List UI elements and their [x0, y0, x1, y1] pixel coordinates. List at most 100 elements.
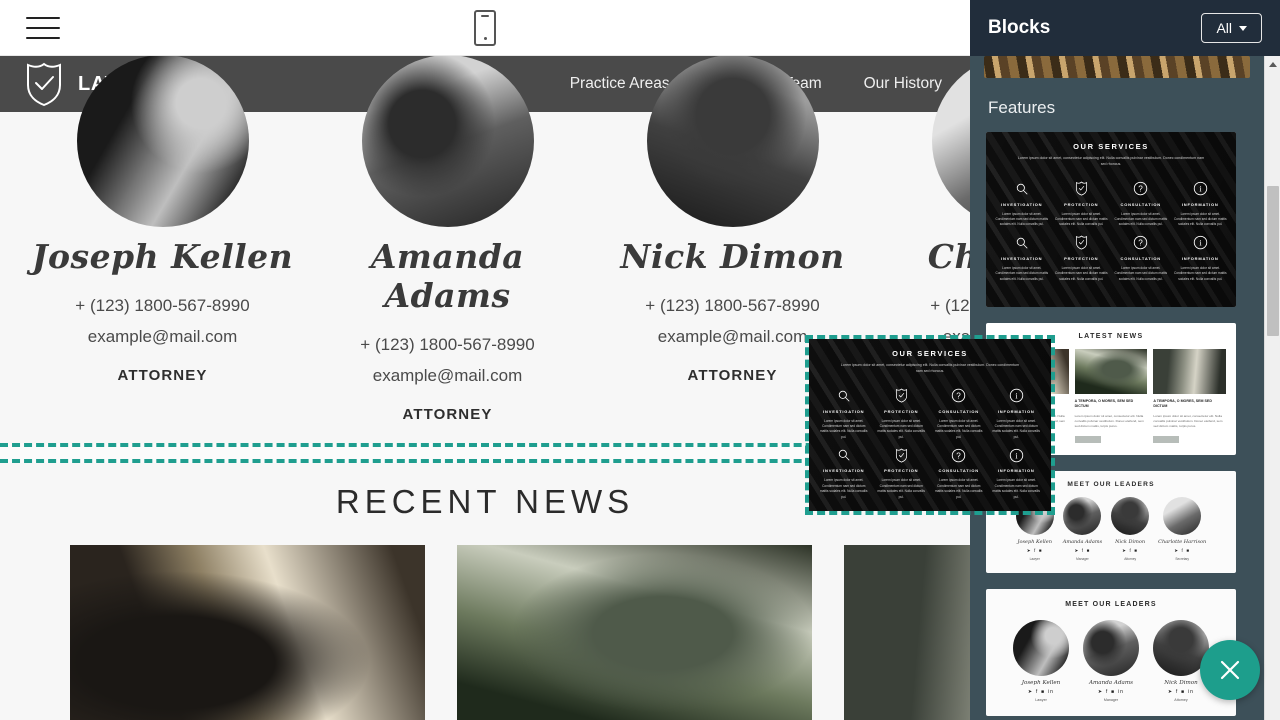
- social-icons[interactable]: ➤ f ■: [1158, 548, 1206, 554]
- magnifier-icon: [995, 232, 1049, 254]
- service-item: i INFORMATION Lorem ipsum dolor sit amet…: [988, 442, 1046, 502]
- team-member-email: example@mail.com: [372, 366, 523, 385]
- news-title: A TEMPORA, O MORES, SEM SED DICTUM: [1153, 399, 1212, 409]
- social-icons[interactable]: ➤ f ■: [1063, 548, 1102, 554]
- phone-home-button: [483, 36, 487, 40]
- phone-speaker: [481, 14, 489, 17]
- svg-text:?: ?: [1138, 185, 1143, 194]
- nav-link-practice-areas[interactable]: Practice Areas: [570, 75, 670, 93]
- svg-text:i: i: [1015, 451, 1018, 460]
- team-member-phone: + (123) 1800-567-8990: [360, 335, 535, 354]
- blocks-panel-scrollbar[interactable]: [1264, 56, 1280, 720]
- social-icons[interactable]: ➤ f ■ in: [1153, 689, 1209, 695]
- service-text: Lorem ipsum dolor sit amet. Condimentum …: [1173, 211, 1227, 227]
- service-item: INVESTIGATION Lorem ipsum dolor sit amet…: [992, 176, 1052, 230]
- avatar: [361, 56, 534, 227]
- shield-check-icon: [1055, 232, 1109, 254]
- leader-name: Nick Dimon: [1115, 538, 1146, 545]
- chevron-down-icon: [1239, 25, 1247, 31]
- block-subtitle: Lorem ipsum dolor sit amet, consectetur …: [1017, 156, 1205, 166]
- news-image: [1074, 349, 1148, 394]
- service-title: PROTECTION: [1064, 255, 1099, 261]
- shield-check-icon: [876, 444, 928, 466]
- service-title: INFORMATION: [1181, 201, 1219, 207]
- svg-text:?: ?: [1138, 239, 1143, 248]
- block-thumbnail-partial[interactable]: [984, 56, 1250, 78]
- service-item: i INFORMATION Lorem ipsum dolor sit amet…: [1171, 230, 1231, 284]
- service-text: Lorem ipsum dolor sit amet. Condimentum …: [992, 418, 1040, 439]
- block-thumbnail-our-services[interactable]: OUR SERVICES Lorem ipsum dolor sit amet,…: [986, 132, 1236, 307]
- close-icon: [1220, 660, 1240, 680]
- service-item: PROTECTION Lorem ipsum dolor sit amet. C…: [1052, 176, 1112, 230]
- dragged-block-ghost[interactable]: OUR SERVICES Lorem ipsum dolor sit amet,…: [805, 335, 1055, 515]
- close-panel-fab[interactable]: [1200, 640, 1260, 700]
- blocks-section-label: Features: [988, 98, 1056, 117]
- leader-role: Secretary: [1175, 556, 1190, 561]
- service-text: Lorem ipsum dolor sit amet. Condimentum …: [820, 418, 868, 439]
- block-title: OUR SERVICES: [1073, 142, 1149, 151]
- service-text: Lorem ipsum dolor sit amet. Condimentum …: [1114, 211, 1168, 227]
- service-title: CONSULTATION: [938, 408, 979, 414]
- block-thumbnail-meet-our-leaders-3[interactable]: MEET OUR LEADERS Joseph Kellen ➤ f ■ in …: [986, 588, 1236, 716]
- mobile-preview-icon[interactable]: [474, 9, 496, 46]
- team-member-email: example@mail.com: [87, 327, 238, 346]
- leader-role: Lawyer: [1029, 556, 1040, 561]
- service-title: INFORMATION: [997, 468, 1035, 474]
- service-item: ? CONSULTATION Lorem ipsum dolor sit ame…: [1111, 230, 1171, 284]
- service-text: Lorem ipsum dolor sit amet. Condimentum …: [995, 211, 1049, 227]
- avatar: [1013, 619, 1069, 676]
- leader-name: Amanda Adams: [1062, 538, 1103, 545]
- service-title: PROTECTION: [884, 468, 919, 474]
- service-item: INVESTIGATION Lorem ipsum dolor sit amet…: [815, 442, 873, 502]
- scroll-up-button[interactable]: [1265, 56, 1280, 73]
- leader-item: Amanda Adams ➤ f ■ Manager: [1062, 496, 1103, 561]
- service-item: PROTECTION Lorem ipsum dolor sit amet. C…: [873, 383, 931, 443]
- shield-check-icon: [876, 385, 928, 407]
- social-icons[interactable]: ➤ f ■: [1016, 548, 1054, 554]
- team-member-name: Charlotte: [927, 237, 970, 276]
- leader-role: Manager: [1076, 556, 1089, 561]
- service-item: i INFORMATION Lorem ipsum dolor sit amet…: [988, 383, 1046, 443]
- dragged-block-subtitle: Lorem ipsum dolor sit amet, consectetur …: [840, 363, 1020, 373]
- dragged-block-preview: OUR SERVICES Lorem ipsum dolor sit amet,…: [809, 339, 1051, 511]
- leader-role: Attorney: [1124, 556, 1137, 561]
- our-services-preview: OUR SERVICES Lorem ipsum dolor sit amet,…: [986, 132, 1236, 307]
- team-member-card[interactable]: Joseph Kellen + (123) 1800-567-8990 exam…: [20, 56, 305, 423]
- service-text: Lorem ipsum dolor sit amet. Condimentum …: [935, 478, 983, 499]
- social-icons[interactable]: ➤ f ■ in: [1013, 689, 1069, 695]
- news-card[interactable]: [70, 545, 425, 720]
- team-member-name: Joseph Kellen: [31, 237, 294, 276]
- news-item: A TEMPORA, O MORES, SEM SED DICTUM Lorem…: [1153, 349, 1227, 443]
- social-icons[interactable]: ➤ f ■ in: [1083, 689, 1139, 695]
- magnifier-icon: [995, 178, 1049, 200]
- news-card[interactable]: [457, 545, 812, 720]
- news-text: Lorem ipsum dolor sit amet, consectetur …: [1074, 413, 1144, 429]
- scrollbar-thumb[interactable]: [1267, 186, 1279, 336]
- news-card[interactable]: [844, 545, 970, 720]
- hamburger-menu-icon[interactable]: [26, 16, 60, 39]
- service-item: ? CONSULTATION Lorem ipsum dolor sit ame…: [1111, 176, 1171, 230]
- news-item: A TEMPORA, O MORES, SEM SED DICTUM Lorem…: [1074, 349, 1148, 443]
- blocks-filter-dropdown[interactable]: All: [1201, 13, 1262, 43]
- info-circle-icon: i: [1174, 178, 1228, 200]
- leaders-row: Joseph Kellen ➤ f ■ in Lawyer Amanda Ada…: [996, 619, 1226, 702]
- leader-item: Charlotte Harrison ➤ f ■ Secretary: [1158, 496, 1207, 561]
- service-title: INVESTIGATION: [1001, 255, 1043, 261]
- team-member-role: ATTORNEY: [117, 367, 208, 384]
- read-more-button[interactable]: [1153, 435, 1180, 443]
- team-member-name: Nick Dimon: [620, 237, 845, 276]
- chevron-up-icon: [1268, 62, 1277, 67]
- nav-link-our-history[interactable]: Our History: [864, 75, 942, 93]
- service-title: CONSULTATION: [938, 468, 979, 474]
- team-member-card[interactable]: Amanda Adams + (123) 1800-567-8990 examp…: [305, 56, 590, 423]
- svg-text:?: ?: [956, 392, 961, 401]
- info-circle-icon: i: [991, 444, 1043, 466]
- social-icons[interactable]: ➤ f ■: [1111, 548, 1149, 554]
- read-more-button[interactable]: [1074, 435, 1101, 443]
- service-title: INVESTIGATION: [823, 408, 865, 414]
- dragged-block-title: OUR SERVICES: [892, 349, 968, 358]
- magnifier-icon: [818, 444, 870, 466]
- news-text: Lorem ipsum dolor sit amet, consectetur …: [1153, 413, 1223, 429]
- editor-root: LAWYERM4 Practice Areas Our Legal Team O…: [0, 0, 1280, 720]
- leader-name: Charlotte Harrison: [1158, 538, 1207, 545]
